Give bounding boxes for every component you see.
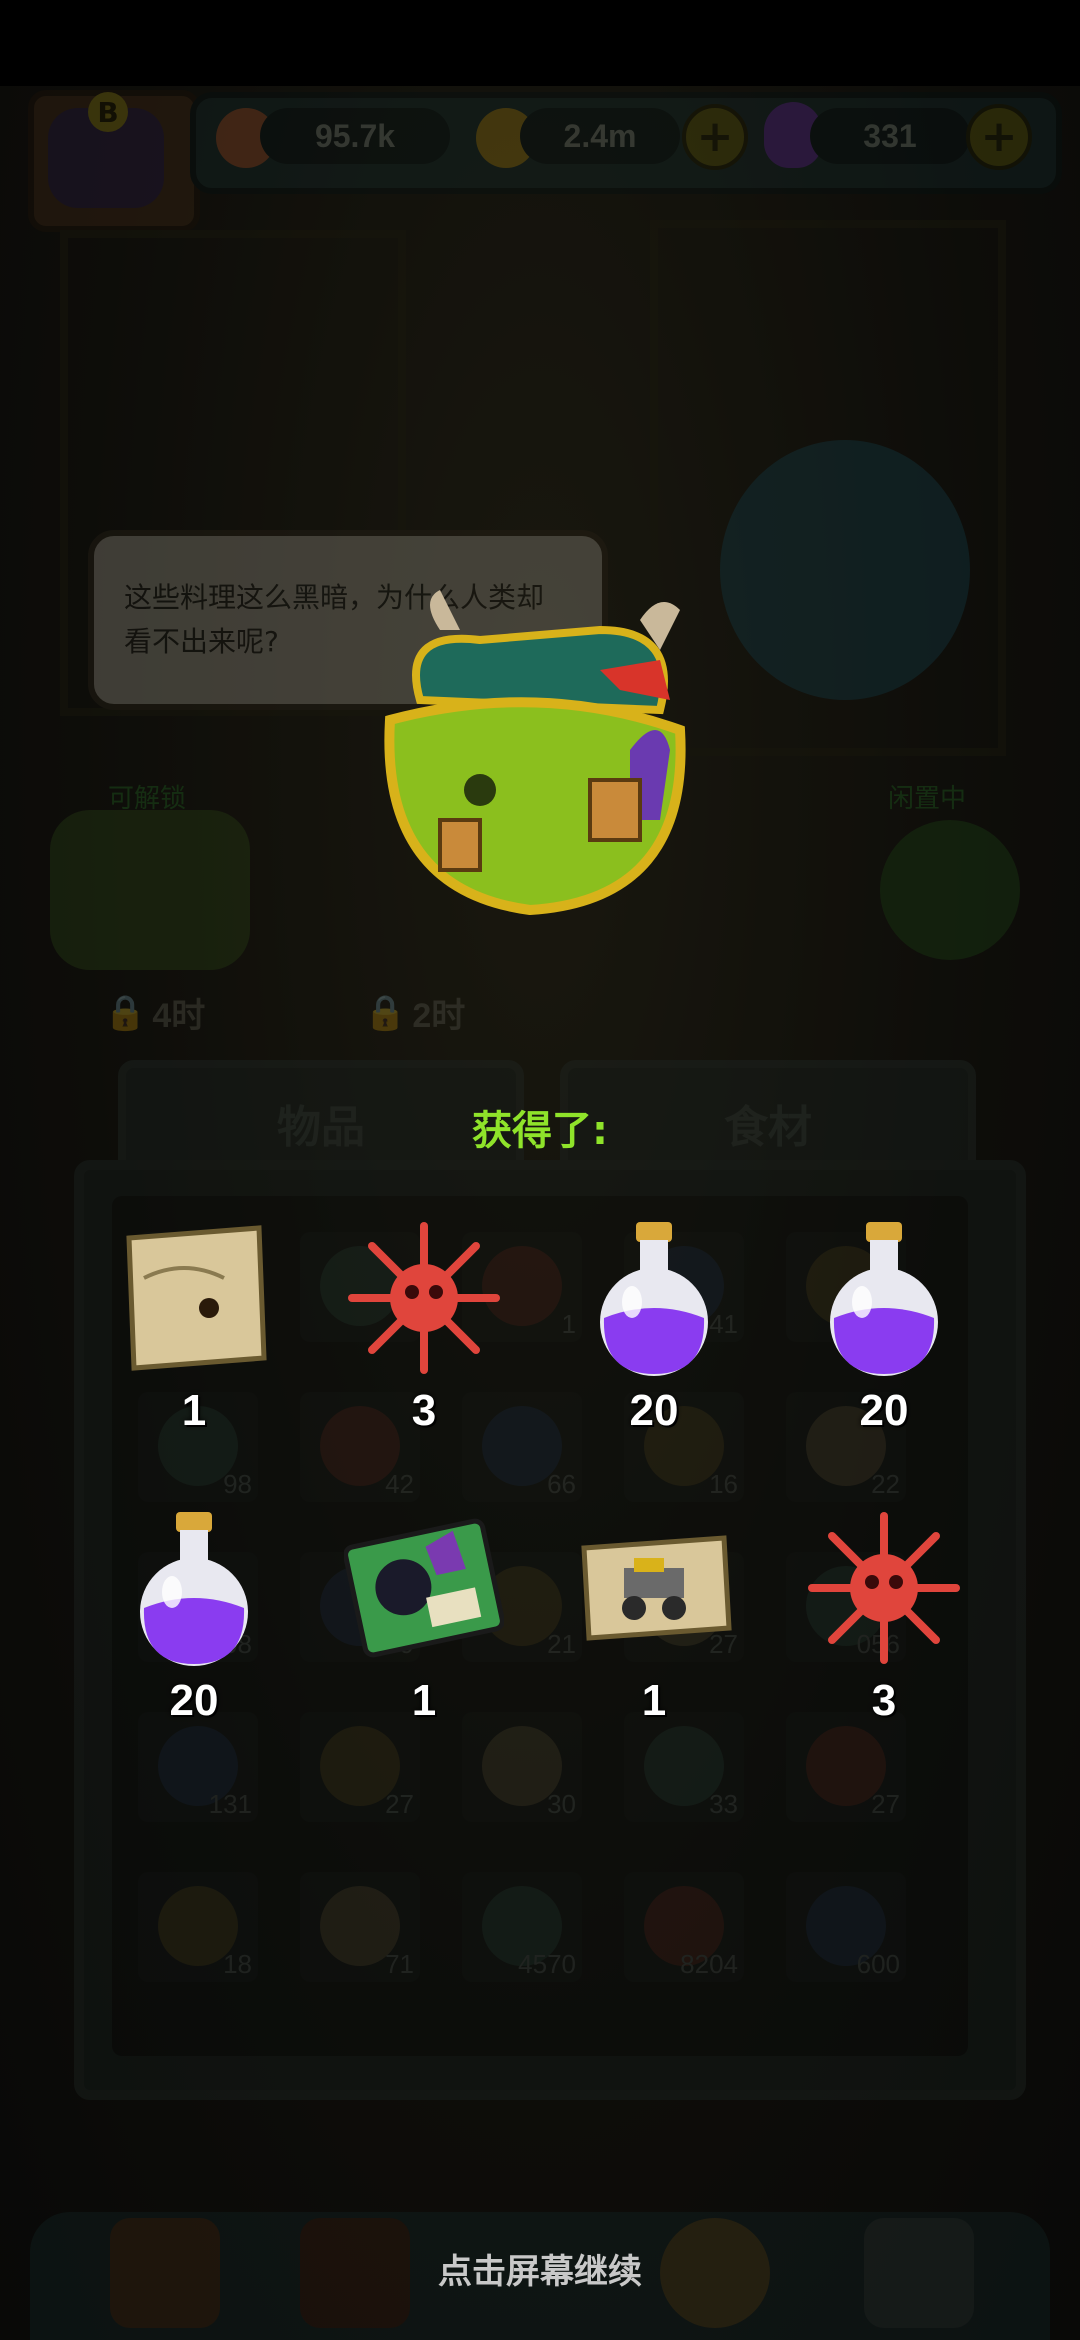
purple-potion-icon bbox=[600, 1222, 708, 1376]
reward-item: 1 bbox=[334, 1508, 514, 1728]
reward-item: 1 bbox=[564, 1508, 744, 1728]
reward-item: 3 bbox=[334, 1218, 514, 1438]
purple-potion-icon bbox=[830, 1222, 938, 1376]
reward-count: 3 bbox=[411, 1386, 437, 1435]
status-bar bbox=[0, 0, 1080, 86]
reward-count: 20 bbox=[629, 1386, 679, 1435]
reward-overlay[interactable] bbox=[0, 86, 1080, 2340]
reward-bag-icon bbox=[384, 590, 686, 916]
reward-title: 获得了: bbox=[472, 1108, 608, 1154]
reward-count: 20 bbox=[859, 1386, 909, 1435]
reward-count: 20 bbox=[169, 1676, 219, 1725]
reward-count: 1 bbox=[181, 1386, 207, 1435]
reward-item: 3 bbox=[794, 1508, 974, 1728]
reward-count: 3 bbox=[871, 1676, 897, 1725]
reward-count: 1 bbox=[411, 1676, 437, 1725]
treasure-map-icon bbox=[126, 1225, 267, 1371]
vehicle-ticket-icon bbox=[581, 1535, 732, 1641]
red-spiky-creature-icon bbox=[808, 1512, 960, 1664]
reward-item: 20 bbox=[104, 1508, 284, 1728]
reward-item: 1 bbox=[104, 1218, 284, 1438]
purple-potion-icon bbox=[140, 1512, 248, 1666]
reward-item: 20 bbox=[564, 1218, 744, 1438]
reward-count: 1 bbox=[641, 1676, 667, 1725]
monster-card-icon bbox=[344, 1518, 504, 1658]
reward-item: 20 bbox=[794, 1218, 974, 1438]
red-spiky-creature-icon bbox=[348, 1222, 500, 1374]
continue-hint: 点击屏幕继续 bbox=[438, 2252, 642, 2292]
